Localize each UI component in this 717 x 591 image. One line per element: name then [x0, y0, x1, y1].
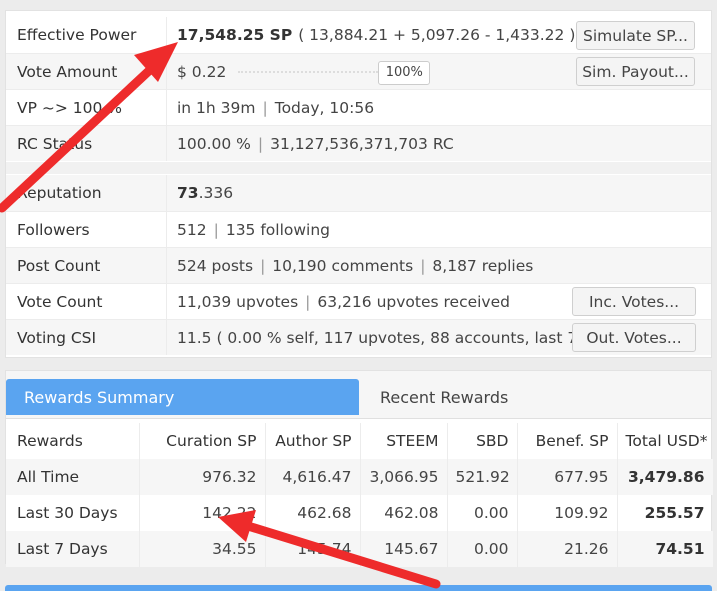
next-section-header [5, 585, 712, 591]
row-label: Last 7 Days [6, 531, 140, 567]
author-sp-cell: 145.74 [265, 531, 361, 567]
reputation-row: Reputation 73.336 [6, 175, 711, 211]
row-label: All Time [6, 459, 140, 495]
vp-row: VP ~> 100 % in 1h 39m | Today, 10:56 [6, 89, 711, 125]
effective-power-breakdown: ( 13,884.21 + 5,097.26 - 1,433.22 ) [298, 26, 576, 44]
out-votes-button[interactable]: Out. Votes... [572, 323, 696, 352]
posts-count: 524 posts [177, 256, 254, 275]
post-count-row: Post Count 524 posts | 10,190 comments |… [6, 247, 711, 283]
total-usd-cell: 255.57 [617, 495, 714, 531]
reputation-label: Reputation [6, 175, 167, 211]
reputation-minor: .336 [198, 184, 234, 202]
followers-label: Followers [6, 212, 167, 247]
table-row: Last 30 Days 142.22 462.68 462.08 0.00 1… [6, 495, 714, 531]
voting-csi-row: Voting CSI 11.5 ( 0.00 % self, 117 upvot… [6, 319, 711, 355]
vote-count-row: Vote Count 11,039 upvotes | 63,216 upvot… [6, 283, 711, 319]
replies-count: 8,187 replies [432, 256, 534, 275]
followers-row: Followers 512 | 135 following [6, 211, 711, 247]
tab-rewards-summary[interactable]: Rewards Summary [6, 379, 359, 415]
tab-recent-rewards[interactable]: Recent Rewards [362, 379, 708, 415]
slider-knob[interactable]: 100% [378, 60, 431, 85]
effective-power-row: Effective Power 17,548.25 SP ( 13,884.21… [6, 17, 711, 53]
inc-votes-button[interactable]: Inc. Votes... [572, 287, 696, 316]
followers-count: 512 [177, 220, 207, 239]
section-gap [6, 162, 711, 174]
comments-count: 10,190 comments [272, 256, 414, 275]
vp-time: in 1h 39m [177, 98, 256, 117]
vote-amount-row: Vote Amount $ 0.22 100% Sim. Payout... [6, 53, 711, 89]
rc-status-label: RC Status [6, 126, 167, 161]
vote-weight-slider[interactable]: 100% [238, 60, 438, 85]
table-row: All Time 976.32 4,616.47 3,066.95 521.92… [6, 459, 714, 495]
total-usd-cell: 74.51 [617, 531, 714, 567]
vote-count-label: Vote Count [6, 284, 167, 319]
voting-csi-label: Voting CSI [6, 320, 167, 355]
steem-cell: 145.67 [360, 531, 448, 567]
benef-sp-cell: 109.92 [517, 495, 618, 531]
rewards-header-row: Rewards Curation SP Author SP STEEM SBD … [6, 423, 714, 459]
header-total-usd: Total USD* [617, 423, 714, 459]
header-author-sp: Author SP [265, 423, 361, 459]
effective-power-label: Effective Power [6, 17, 167, 53]
curation-sp-cell: 34.55 [139, 531, 266, 567]
following-count: 135 following [225, 220, 331, 239]
curation-sp-cell: 976.32 [139, 459, 266, 495]
header-rewards: Rewards [6, 423, 140, 459]
simulate-sp-button[interactable]: Simulate SP... [576, 21, 695, 50]
rc-percent: 100.00 % [177, 134, 251, 153]
total-usd-cell: 3,479.86 [617, 459, 714, 495]
reputation-major: 73 [177, 184, 199, 202]
rc-amount: 31,127,536,371,703 RC [270, 134, 454, 153]
upvotes-count: 11,039 upvotes [177, 292, 299, 311]
rc-status-row: RC Status 100.00 % | 31,127,536,371,703 … [6, 125, 711, 161]
header-steem: STEEM [360, 423, 448, 459]
benef-sp-cell: 21.26 [517, 531, 618, 567]
benef-sp-cell: 677.95 [517, 459, 618, 495]
vote-amount-label: Vote Amount [6, 54, 167, 89]
vote-amount-usd: $ 0.22 [177, 62, 227, 81]
upvotes-received: 63,216 upvotes received [317, 292, 510, 311]
table-row: Last 7 Days 34.55 145.74 145.67 0.00 21.… [6, 531, 714, 567]
rewards-tabs: Rewards Summary Recent Rewards [6, 371, 711, 419]
rewards-table: Rewards Curation SP Author SP STEEM SBD … [6, 423, 714, 567]
sbd-cell: 0.00 [447, 531, 518, 567]
post-count-label: Post Count [6, 248, 167, 283]
slider-track [238, 70, 379, 74]
effective-power-total: 17,548.25 SP [177, 26, 293, 44]
curation-sp-cell: 142.22 [139, 495, 266, 531]
header-curation-sp: Curation SP [139, 423, 266, 459]
rewards-panel: Rewards Summary Recent Rewards Rewards C… [5, 370, 714, 567]
account-stats-panel: Effective Power 17,548.25 SP ( 13,884.21… [5, 10, 712, 358]
sim-payout-button[interactable]: Sim. Payout... [576, 57, 695, 86]
header-benef-sp: Benef. SP [517, 423, 618, 459]
sbd-cell: 521.92 [447, 459, 518, 495]
vp-date: Today, 10:56 [274, 98, 375, 117]
author-sp-cell: 4,616.47 [265, 459, 361, 495]
vp-label: VP ~> 100 % [6, 90, 167, 125]
steem-cell: 462.08 [360, 495, 448, 531]
row-label: Last 30 Days [6, 495, 140, 531]
author-sp-cell: 462.68 [265, 495, 361, 531]
sbd-cell: 0.00 [447, 495, 518, 531]
steem-cell: 3,066.95 [360, 459, 448, 495]
header-sbd: SBD [447, 423, 518, 459]
